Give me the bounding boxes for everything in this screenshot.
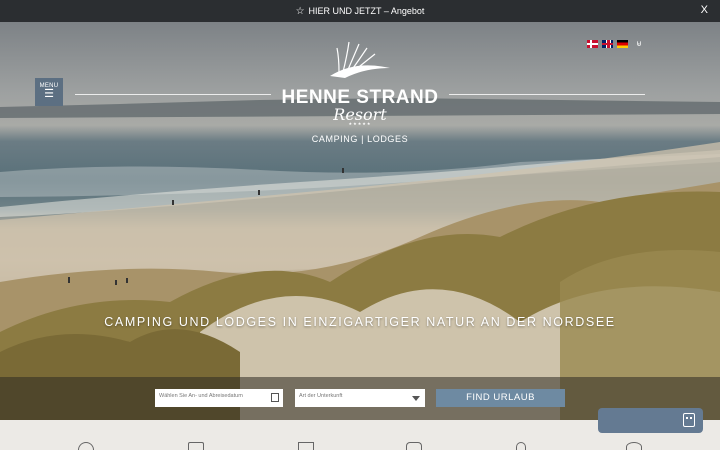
basket-icon[interactable]: ⊌ [636, 40, 642, 48]
dune-grass-logo-icon [330, 41, 390, 78]
close-announcement-button[interactable]: X [701, 4, 708, 16]
flag-denmark-icon[interactable] [587, 40, 599, 48]
chat-widget-button[interactable] [598, 408, 703, 433]
date-range-input[interactable]: Wählen Sie An- und Abreisedatum [155, 389, 283, 407]
hamburger-icon: ☰ [44, 88, 54, 100]
star-icon: ☆ [295, 5, 305, 17]
find-vacation-button[interactable]: FIND URLAUB [436, 389, 565, 407]
wave-icon[interactable] [298, 442, 314, 450]
menu-button[interactable]: MENU ☰ [35, 78, 63, 106]
logo-divider-right [449, 94, 645, 95]
accommodation-type-placeholder: Art der Unterkunft [299, 393, 343, 399]
announcement-text[interactable]: HIER UND JETZT – Angebot [309, 6, 425, 16]
calendar-icon[interactable] [271, 393, 279, 402]
announcement-bar[interactable]: ☆ HIER UND JETZT – Angebot X [0, 0, 720, 22]
flag-germany-icon[interactable] [617, 40, 629, 48]
resort-logo[interactable]: HENNE STRAND Resort ★★★★★ CAMPING | LODG… [270, 38, 450, 144]
chevron-down-icon [412, 396, 420, 401]
logo-stars: ★★★★★ [348, 121, 372, 126]
date-range-placeholder: Wählen Sie An- und Abreisedatum [159, 393, 243, 399]
logo-divider-left [75, 94, 271, 95]
robot-icon [683, 413, 695, 427]
camping-icon[interactable] [78, 442, 94, 450]
hero-tagline: CAMPING UND LODGES IN EINZIGARTIGER NATU… [104, 315, 616, 329]
activities-icon[interactable] [406, 442, 422, 450]
accommodation-type-select[interactable]: Art der Unterkunft [295, 389, 425, 407]
logo-subtitle: CAMPING | LODGES [311, 134, 409, 144]
language-selector[interactable]: ⊌ [587, 40, 642, 48]
restaurant-icon[interactable] [516, 442, 526, 450]
flag-uk-icon[interactable] [602, 40, 614, 48]
star-outline-icon[interactable] [626, 442, 642, 450]
lodge-icon[interactable] [188, 442, 204, 450]
